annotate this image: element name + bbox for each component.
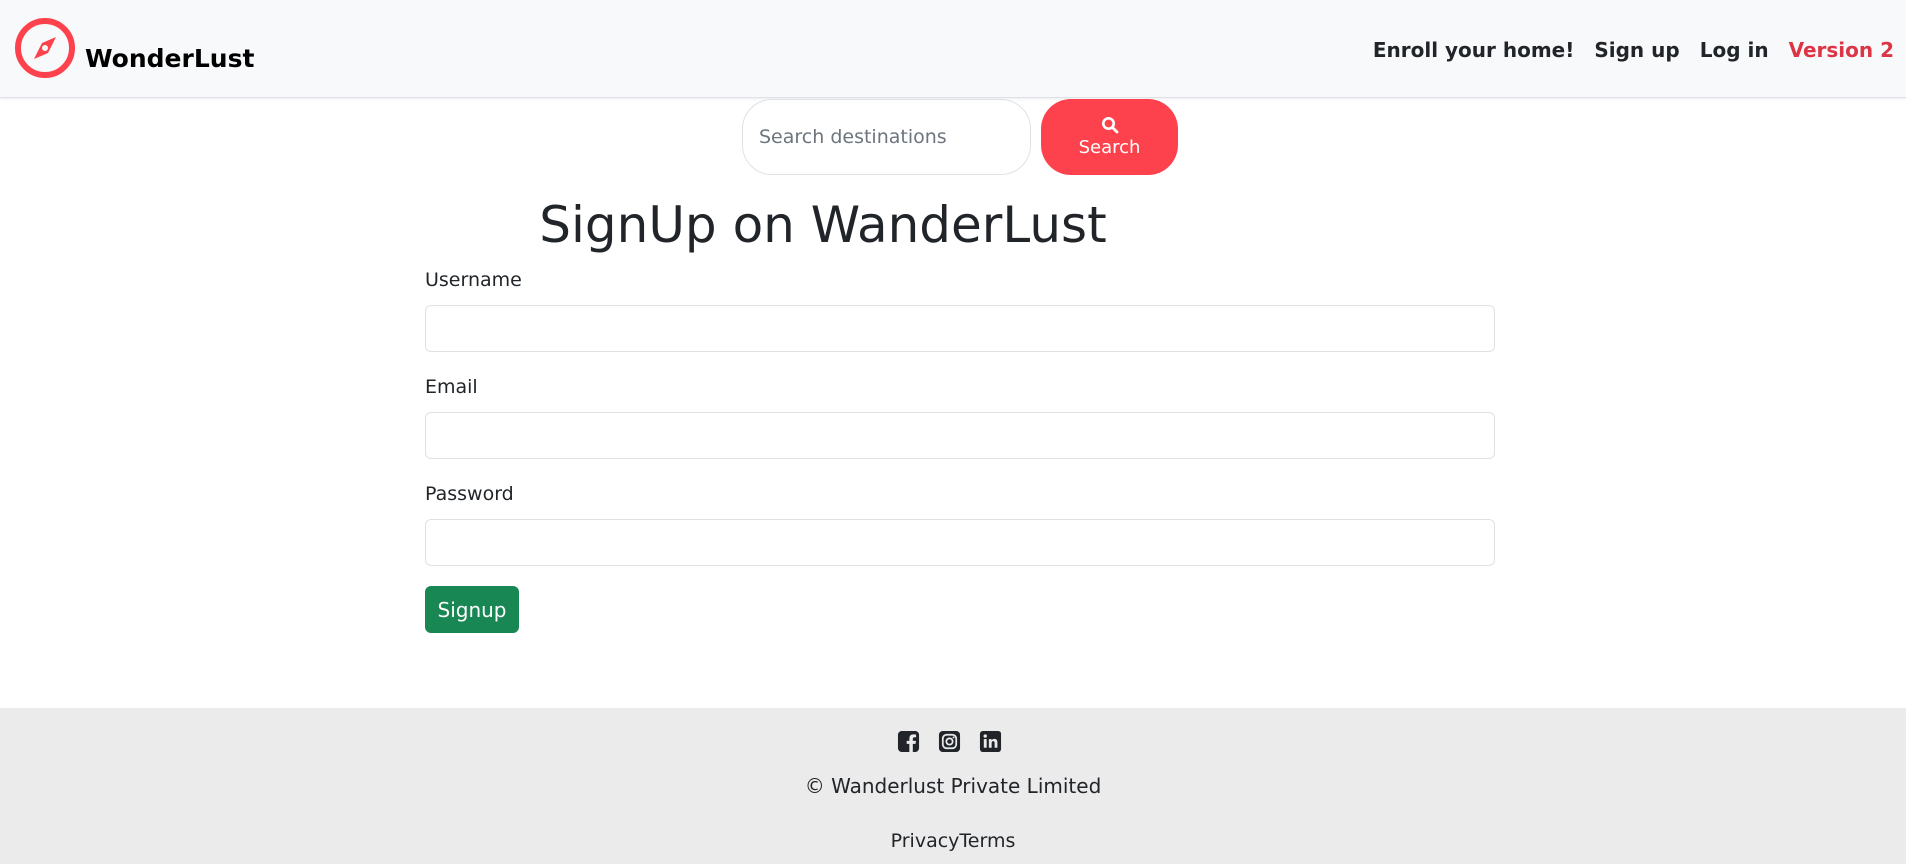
navbar: WonderLust Enroll your home! Sign up Log… [0, 0, 1906, 98]
linkedin-icon[interactable] [979, 730, 1002, 753]
search-button[interactable]: Search [1041, 99, 1178, 175]
compass-icon[interactable] [14, 17, 76, 79]
nav-login-link[interactable]: Log in [1700, 38, 1769, 62]
nav-links: Enroll your home! Sign up Log in Version… [1373, 38, 1894, 62]
email-label: Email [425, 376, 478, 398]
copyright-text: © Wanderlust Private Limited [804, 774, 1102, 798]
nav-version-2-link[interactable]: Version 2 [1789, 38, 1894, 62]
footer-links: PrivacyTerms [0, 830, 1906, 852]
social-links [897, 730, 1002, 753]
search-icon [1101, 117, 1118, 134]
signup-button[interactable]: Signup [425, 586, 519, 633]
username-field[interactable] [425, 305, 1495, 352]
nav-enroll-home-link[interactable]: Enroll your home! [1373, 38, 1575, 62]
search-input[interactable] [742, 99, 1031, 175]
username-label: Username [425, 269, 522, 291]
privacy-link[interactable]: Privacy [891, 830, 960, 852]
email-field[interactable] [425, 412, 1495, 459]
instagram-icon[interactable] [938, 730, 961, 753]
facebook-icon[interactable] [897, 730, 920, 753]
nav-signup-link[interactable]: Sign up [1594, 38, 1679, 62]
password-label: Password [425, 483, 514, 505]
brand-name[interactable]: WonderLust [85, 44, 254, 73]
page-title: SignUp on WanderLust [539, 196, 1107, 254]
footer: © Wanderlust Private Limited PrivacyTerm… [0, 708, 1906, 864]
terms-link[interactable]: Terms [959, 830, 1015, 852]
search-button-label: Search [1078, 137, 1141, 158]
password-field[interactable] [425, 519, 1495, 566]
